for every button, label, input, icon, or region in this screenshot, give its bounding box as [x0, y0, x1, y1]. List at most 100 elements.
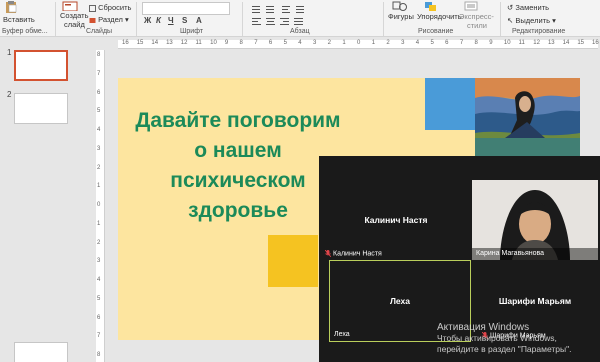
ruler-tick-label: 16 — [122, 40, 129, 46]
arrange-button[interactable]: Упорядочить — [417, 12, 462, 21]
ruler-tick-label: 3 — [312, 40, 317, 46]
paste-label[interactable]: Вставить — [3, 15, 35, 24]
ruler-tick-label: 6 — [97, 314, 101, 321]
ruler-tick-label: 4 — [97, 277, 101, 283]
section-button[interactable]: Раздел ▾ — [89, 15, 129, 24]
ruler-tick-label: 15 — [136, 40, 144, 46]
ruler-tick-label: 15 — [577, 40, 584, 46]
chevron-down-icon: ▾ — [552, 16, 556, 25]
ruler-tick-label: 7 — [97, 70, 101, 77]
editing-group-label: Редактирование — [512, 28, 566, 35]
ruler-tick-label: 2 — [97, 239, 101, 246]
participant-small-name: Калинич Настя — [325, 249, 382, 257]
ruler-tick-label: 6 — [445, 40, 449, 46]
ruler-tick-label: 5 — [283, 40, 287, 46]
slide-thumbnail-1[interactable] — [14, 50, 68, 81]
section-icon — [89, 17, 96, 23]
bold-icon[interactable]: Ж — [144, 16, 151, 25]
bullets-icon[interactable] — [252, 4, 312, 14]
slide-yellow-rectangle[interactable] — [268, 235, 318, 287]
replace-button[interactable]: ↺ Заменить — [507, 3, 549, 12]
shapes-icon[interactable] — [392, 1, 408, 12]
ruler-tick-label: 11 — [195, 40, 202, 46]
ruler-tick-label: 4 — [97, 127, 101, 133]
ruler-tick-label: 6 — [268, 40, 273, 46]
paragraph-group-label: Абзац — [290, 28, 310, 35]
ruler-tick-label: 3 — [97, 258, 101, 265]
ruler-tick-label: 14 — [151, 40, 159, 46]
express-styles-button[interactable]: Экспресс- — [459, 12, 494, 21]
windows-activation-watermark: Активация Windows Чтобы активировать Win… — [437, 322, 572, 355]
participant-big-name: Калинич Настя — [364, 215, 428, 225]
ruler-tick-label: 1 — [342, 40, 346, 46]
ruler-tick-label: 14 — [562, 40, 570, 46]
participant-big-name: Леха — [389, 296, 411, 306]
participant-small-name: Карина Магавьянова — [476, 250, 545, 257]
ruler-tick-label: 3 — [97, 145, 101, 152]
new-slide-label-2[interactable]: слайд — [64, 20, 85, 29]
thumbnail-number: 2 — [7, 90, 12, 99]
underline-icon[interactable]: Ч — [168, 16, 174, 25]
ruler-tick-label: 8 — [97, 52, 101, 58]
participant-small-name: Леха — [334, 331, 350, 338]
participant-tile[interactable]: Калинич Настя Калинич Настя — [321, 180, 471, 260]
font-size-combobox[interactable] — [142, 2, 230, 15]
slide-blue-rectangle[interactable] — [425, 78, 475, 130]
ribbon-divider — [55, 2, 56, 36]
ruler-tick-label: 6 — [97, 89, 101, 96]
ribbon: Вставить Буфер обме... Создать слайд Сбр… — [0, 0, 600, 37]
font-color-icon[interactable]: A — [196, 16, 202, 25]
ruler-tick-label: 13 — [547, 40, 555, 46]
ruler-tick-label: 16 — [592, 40, 599, 46]
ruler-tick-label: 1 — [371, 40, 376, 46]
ruler-tick-label: 5 — [430, 40, 434, 46]
slide-painting-image[interactable] — [475, 78, 580, 158]
reset-button[interactable]: Сбросить — [89, 3, 131, 12]
ruler-tick-label: 12 — [180, 40, 188, 46]
ruler-tick-label: 3 — [401, 40, 405, 46]
ruler-tick-label: 0 — [97, 202, 101, 208]
ruler-tick-label: 13 — [166, 40, 173, 46]
ruler-tick-label: 9 — [489, 40, 493, 46]
express-styles-button-2[interactable]: стили — [467, 21, 487, 30]
arrange-icon[interactable] — [423, 1, 439, 12]
muted-mic-icon — [325, 249, 331, 257]
shapes-button[interactable]: Фигуры — [388, 12, 414, 21]
slide-thumbnail-2[interactable] — [14, 93, 68, 124]
strikethrough-icon[interactable]: S — [182, 16, 187, 25]
ruler-tick-label: 2 — [327, 40, 331, 46]
ruler-tick-label: 1 — [97, 220, 101, 227]
select-button[interactable]: ↖ Выделить ▾ — [507, 16, 556, 25]
horizontal-ruler: 16 15 14 13 12 11 10 9 8 7 6 5 4 3 2 1 0 1 2 3 4 5 6 7 8 9 10 11 12 1… — [118, 40, 599, 49]
slide-thumbnail-3[interactable] — [14, 342, 68, 362]
font-group-label: Шрифт — [180, 28, 204, 35]
ruler-tick-label: 12 — [533, 40, 540, 46]
participant-video-tile[interactable]: Карина Магавьянова — [472, 180, 598, 260]
ruler-tick-label: 1 — [97, 183, 101, 190]
ruler-tick-label: 8 — [97, 352, 101, 358]
ruler-tick-label: 10 — [210, 40, 217, 46]
ruler-tick-label: 9 — [224, 40, 229, 46]
express-styles-icon[interactable] — [464, 1, 478, 11]
italic-icon[interactable]: К — [156, 16, 161, 25]
paste-icon — [6, 1, 17, 13]
cursor-icon: ↖ — [507, 16, 514, 25]
drawing-group-label: Рисование — [418, 28, 454, 35]
ruler-tick-label: 7 — [459, 40, 464, 46]
new-slide-icon[interactable] — [62, 1, 78, 12]
reset-icon — [89, 4, 96, 12]
paste-button[interactable] — [4, 1, 18, 13]
thumbnail-number: 1 — [7, 48, 12, 57]
chevron-down-icon: ▾ — [124, 15, 129, 24]
activation-line: перейдите в раздел "Параметры". — [437, 344, 572, 354]
ruler-tick-label: 11 — [518, 40, 525, 46]
align-icon[interactable] — [252, 16, 312, 26]
ribbon-divider — [500, 2, 501, 36]
activation-title: Активация Windows — [437, 322, 530, 333]
slide-thumbnails-panel: 1 2 — [0, 38, 94, 362]
ruler-tick-label: 2 — [97, 164, 101, 171]
new-slide-label[interactable]: Создать — [60, 11, 89, 20]
clipboard-group-label: Буфер обме... — [2, 28, 48, 35]
participant-big-name: Шарифи Марьям — [498, 296, 572, 306]
ruler-tick-label: 4 — [415, 40, 420, 46]
